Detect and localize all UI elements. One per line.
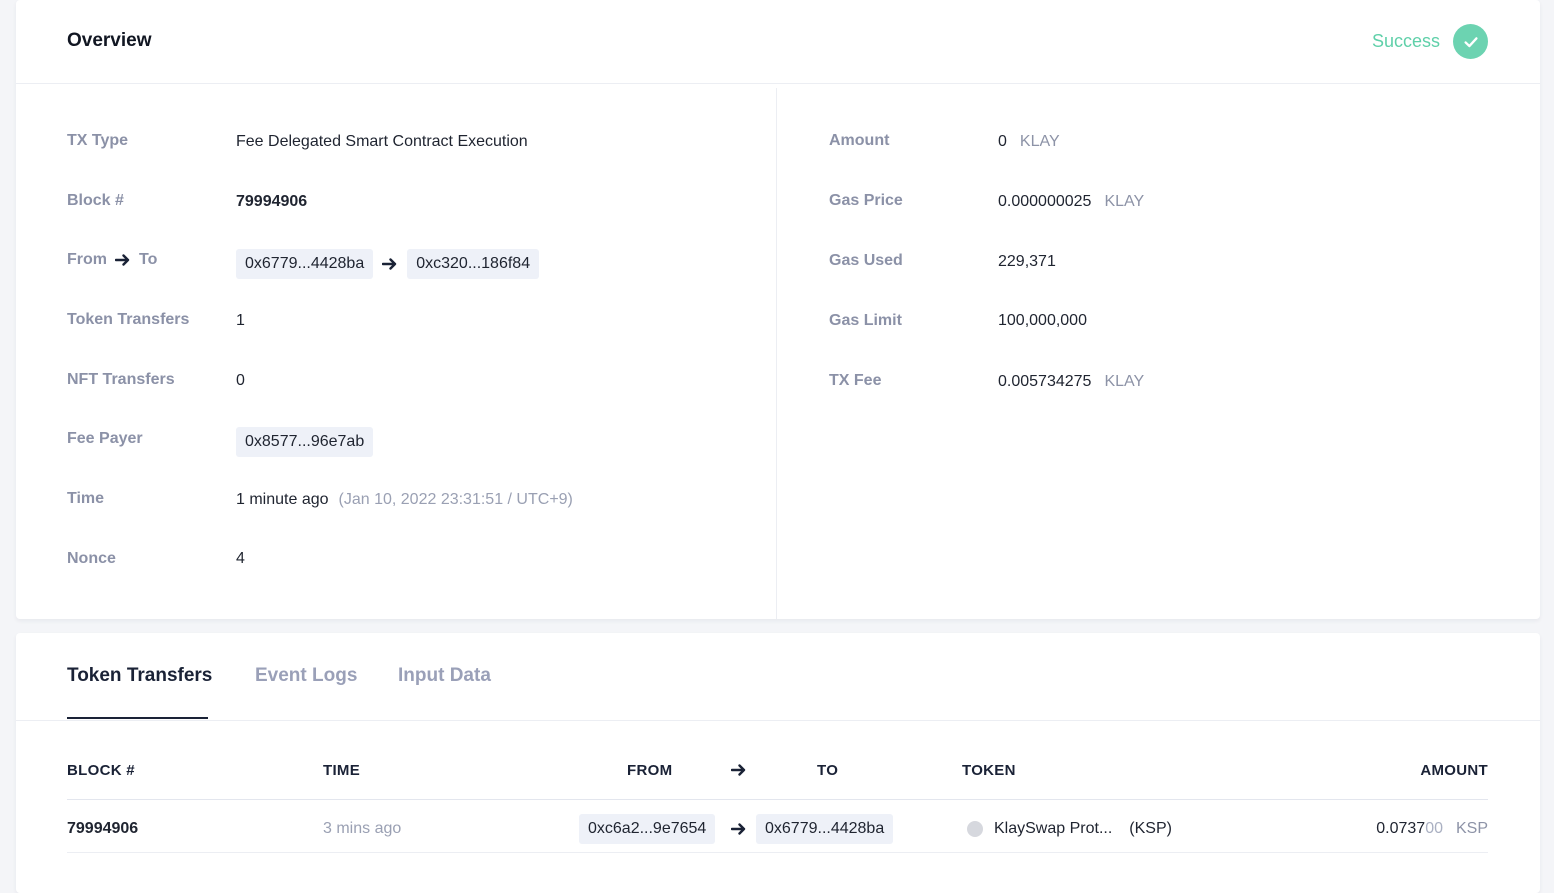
row-to-address[interactable]: 0x6779...4428ba [756, 814, 894, 844]
from-label: From [67, 251, 107, 268]
overview-card: Overview Success TX Type Fee Delegated S… [16, 0, 1540, 619]
gas-used-label: Gas Used [829, 252, 903, 269]
nonce-label: Nonce [67, 550, 116, 567]
time-label: Time [67, 490, 105, 507]
gas-limit-value: 100,000,000 [998, 312, 1087, 329]
amount-value: 0 KLAY [998, 133, 1060, 151]
from-to-value: 0x6779...4428ba 0xc320...186f84 [236, 249, 540, 279]
tx-fee-number: 0.005734275 [998, 373, 1092, 390]
row-from-address[interactable]: 0xc6a2...9e7654 [579, 814, 716, 844]
header-block: BLOCK # [67, 762, 135, 779]
status-label: Success [1371, 31, 1440, 51]
active-tab-indicator [67, 717, 208, 719]
row-to: 0x6779...4428ba [756, 813, 894, 845]
row-amount: 0.0737 00 KSP [1376, 813, 1488, 845]
gas-used-value: 229,371 [998, 253, 1056, 270]
block-value[interactable]: 79994906 [236, 193, 307, 211]
time-absolute: (Jan 10, 2022 23:31:51 / UTC+9) [338, 491, 573, 508]
row-token[interactable]: KlaySwap Prot... (KSP) [967, 813, 1172, 845]
tab-event-logs[interactable]: Event Logs [255, 665, 357, 687]
tx-fee-value: 0.005734275 KLAY [998, 373, 1144, 391]
token-icon [967, 821, 983, 837]
gas-price-number: 0.000000025 [998, 193, 1092, 210]
overview-header: Overview Success [16, 0, 1540, 84]
from-to-label: From To [67, 251, 157, 269]
header-time: TIME [323, 762, 361, 779]
token-transfers-value: 1 [236, 312, 245, 329]
to-address[interactable]: 0xc320...186f84 [407, 249, 540, 279]
header-amount: AMOUNT [1420, 762, 1488, 779]
row-token-name[interactable]: KlaySwap Prot... [994, 820, 1112, 838]
row-block[interactable]: 79994906 [67, 813, 138, 845]
tx-fee-unit: KLAY [1104, 373, 1145, 390]
row-token-symbol: (KSP) [1129, 820, 1172, 837]
column-divider [776, 88, 777, 619]
gas-limit-label: Gas Limit [829, 312, 902, 329]
from-address[interactable]: 0x6779...4428ba [236, 249, 374, 279]
arrow-right-icon [730, 763, 747, 781]
tab-input-data[interactable]: Input Data [398, 665, 491, 687]
overview-title: Overview [67, 30, 152, 51]
nft-transfers-label: NFT Transfers [67, 371, 175, 388]
gas-price-label: Gas Price [829, 192, 903, 209]
gas-price-value: 0.000000025 KLAY [998, 193, 1144, 211]
fee-payer-address[interactable]: 0x8577...96e7ab [236, 427, 374, 457]
check-icon [1453, 24, 1488, 59]
amount-number: 0 [998, 133, 1007, 150]
arrow-right-icon [382, 257, 398, 271]
arrow-right-icon [731, 813, 747, 845]
nft-transfers-value: 0 [236, 372, 245, 389]
row-from: 0xc6a2...9e7654 [579, 813, 716, 845]
row-amount-trailing: 00 [1425, 820, 1443, 837]
tx-fee-label: TX Fee [829, 372, 882, 389]
header-to: TO [817, 762, 839, 779]
nonce-value: 4 [236, 550, 245, 567]
status-badge: Success [1372, 24, 1488, 59]
arrow-right-icon [115, 253, 131, 267]
table-row-divider [67, 852, 1488, 853]
to-label: To [139, 251, 158, 268]
token-transfers-label: Token Transfers [67, 311, 190, 328]
fee-payer-value: 0x8577...96e7ab [236, 427, 374, 457]
tx-type-value: Fee Delegated Smart Contract Execution [236, 133, 528, 150]
header-from: FROM [627, 762, 673, 779]
tab-token-transfers[interactable]: Token Transfers [67, 665, 212, 687]
header-token: TOKEN [962, 762, 1016, 779]
table-header-divider [67, 799, 1488, 800]
fee-payer-label: Fee Payer [67, 430, 143, 447]
amount-unit: KLAY [1019, 133, 1060, 150]
row-time: 3 mins ago [323, 820, 402, 837]
tab-bar: Token Transfers Event Logs Input Data [16, 633, 1540, 721]
tx-type-label: TX Type [67, 132, 129, 149]
row-amount-unit: KSP [1455, 820, 1488, 837]
transfers-card: Token Transfers Event Logs Input Data BL… [16, 633, 1540, 893]
block-label: Block # [67, 192, 124, 209]
gas-price-unit: KLAY [1104, 193, 1145, 210]
time-relative: 1 minute ago [236, 491, 329, 508]
time-value: 1 minute ago (Jan 10, 2022 23:31:51 / UT… [236, 491, 573, 509]
amount-label: Amount [829, 132, 890, 149]
row-amount-main: 0.0737 [1376, 820, 1426, 837]
